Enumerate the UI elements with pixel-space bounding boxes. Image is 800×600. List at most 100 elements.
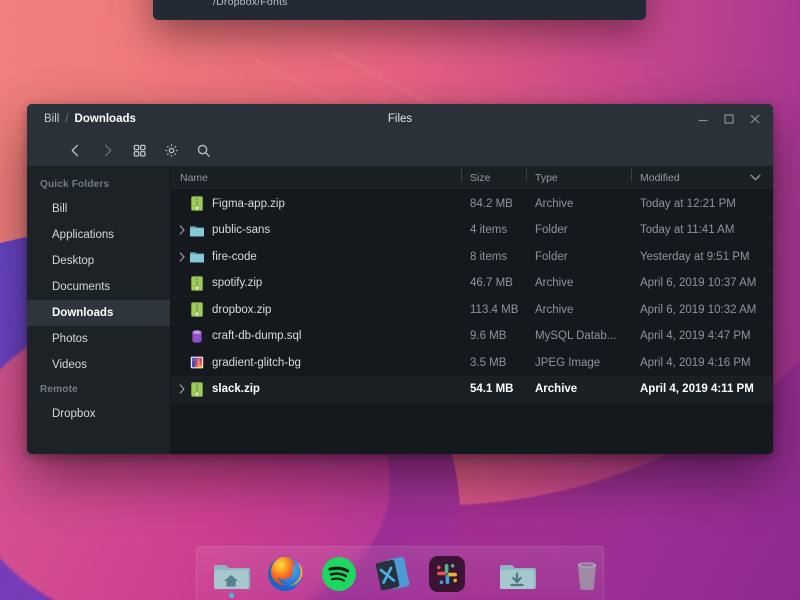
app-title: Files [387,113,413,125]
sidebar-item-documents[interactable]: Documents [27,274,170,300]
expand-chevron-icon[interactable] [175,225,189,235]
sidebar-section-header: Quick Folders [40,179,110,190]
cell-modified: April 4, 2019 4:11 PM [640,383,754,396]
sidebar-item-desktop[interactable]: Desktop [27,248,170,274]
table-row[interactable]: fire-code 8 items Folder Yesterday at 9:51 … [171,244,773,271]
cell-modified: April 6, 2019 10:37 AM [640,277,757,290]
chevron-down-icon[interactable] [750,174,761,181]
dock-item-downloads-dir[interactable] [496,553,538,595]
back-arrow-icon[interactable] [68,143,83,158]
cell-size: 4 items [470,224,508,237]
cell-size: 3.5 MB [470,356,507,369]
running-indicator [228,592,234,598]
close-icon[interactable] [749,113,761,125]
dock-item-files-app[interactable] [210,553,252,598]
cell-type: Archive [535,383,578,396]
zip-archive-icon [190,276,204,291]
file-name-label: gradient-glitch-bg [212,356,301,369]
background-window[interactable]: /Dropbox/Fonts [153,0,646,20]
file-name-label: fire-code [212,250,257,263]
table-row[interactable]: gradient-glitch-bg 3.5 MB JPEG Image April … [171,350,773,377]
cell-modified: April 4, 2019 4:16 PM [640,356,751,369]
cell-type: MySQL Datab... [535,330,617,343]
sidebar-item-bill[interactable]: Bill [27,196,170,222]
cell-size: 54.1 MB [470,383,514,396]
sidebar-item-downloads[interactable]: Downloads [27,300,170,326]
sidebar-item-applications[interactable]: Applications [27,222,170,248]
file-name-label: spotify.zip [212,277,263,290]
dock-item-spotify-app[interactable] [318,553,360,595]
maximize-icon[interactable] [723,113,735,125]
table-row[interactable]: slack.zip 54.1 MB Archive April 4, 2019 4:1… [171,376,773,403]
breadcrumb-current[interactable]: Downloads [75,113,136,125]
breadcrumb-separator: / [65,113,69,125]
file-name-label: public-sans [212,224,271,237]
cell-name[interactable]: gradient-glitch-bg [171,355,461,370]
search-icon[interactable] [196,143,211,158]
cell-name[interactable]: spotify.zip [171,276,461,291]
file-name-label: craft-db-dump.sql [212,330,302,343]
table-row[interactable]: public-sans 4 items Folder Today at 11:41 A… [171,218,773,244]
home-folder-icon [214,564,250,589]
minimize-icon[interactable] [697,113,709,125]
dock-item-slack-app[interactable] [426,553,468,595]
trash-icon [578,561,596,590]
spotify-icon [322,556,356,591]
firefox-icon [268,556,303,591]
cell-modified: Yesterday at 9:51 PM [640,250,750,263]
dock-item-vscode-app[interactable] [372,553,414,595]
table-row[interactable]: dropbox.zip 113.4 MB Archive April 6, 2019 … [171,297,773,324]
breadcrumb-user[interactable]: Bill [44,113,59,125]
forward-arrow-icon[interactable] [100,143,115,158]
file-list: Figma-app.zip 84.2 MB Archive Today at 12:2… [171,191,773,454]
cell-type: Archive [535,197,574,210]
sidebar-section-header: Remote [40,384,78,395]
window-controls [697,113,761,125]
file-manager-window[interactable]: Bill / Downloads Files Quick Folders Bil… [27,104,773,454]
cell-name[interactable]: craft-db-dump.sql [171,329,461,344]
folder-icon [189,249,205,264]
dock-item-trash[interactable] [566,553,608,595]
vscode-icon [375,556,410,590]
expand-chevron-icon[interactable] [175,252,189,262]
sidebar-item-dropbox[interactable]: Dropbox [27,401,170,427]
cell-type: JPEG Image [535,356,601,369]
cell-name[interactable]: public-sans [171,223,461,238]
file-manager-body: Quick Folders Bill Applications Desktop … [27,166,773,454]
dock [196,546,604,600]
zip-archive-icon [190,382,204,397]
dock-item-firefox-app[interactable] [264,553,306,595]
folder-icon [189,223,205,238]
sidebar-item-photos[interactable]: Photos [27,326,170,352]
sidebar-item-videos[interactable]: Videos [27,352,170,378]
cell-modified: Today at 12:21 PM [640,197,736,210]
breadcrumb[interactable]: Bill / Downloads [44,113,136,125]
cell-name[interactable]: dropbox.zip [171,302,461,318]
cell-type: Archive [535,277,574,290]
download-folder-icon [500,564,536,589]
file-name-label: Figma-app.zip [212,197,285,210]
cell-name[interactable]: Figma-app.zip [171,196,461,212]
table-row[interactable]: craft-db-dump.sql 9.6 MB MySQL Datab... Apr… [171,324,773,350]
zip-archive-icon [190,302,204,318]
file-name-label: slack.zip [212,383,260,396]
column-headers: Name Size Type Modified [171,166,773,191]
gear-icon[interactable] [164,143,179,158]
column-header-name[interactable]: Name [171,172,461,184]
file-name-label: dropbox.zip [212,303,272,316]
database-icon [190,329,204,344]
cell-name[interactable]: slack.zip [171,382,461,397]
window-toolbar [27,134,773,166]
grid-view-icon[interactable] [132,143,147,158]
column-header-type[interactable]: Type [526,168,631,184]
table-row[interactable]: Figma-app.zip 84.2 MB Archive Today at 12:2… [171,191,773,218]
cell-type: Folder [535,224,568,237]
cell-size: 113.4 MB [470,303,519,316]
expand-chevron-icon[interactable] [175,384,189,394]
column-header-size[interactable]: Size [461,168,526,184]
window-titlebar: Bill / Downloads Files [27,104,773,134]
slack-icon [429,555,465,592]
table-row[interactable]: spotify.zip 46.7 MB Archive April 6, 2019 1… [171,271,773,297]
cell-modified: April 4, 2019 4:47 PM [640,330,751,343]
cell-name[interactable]: fire-code [171,249,461,264]
